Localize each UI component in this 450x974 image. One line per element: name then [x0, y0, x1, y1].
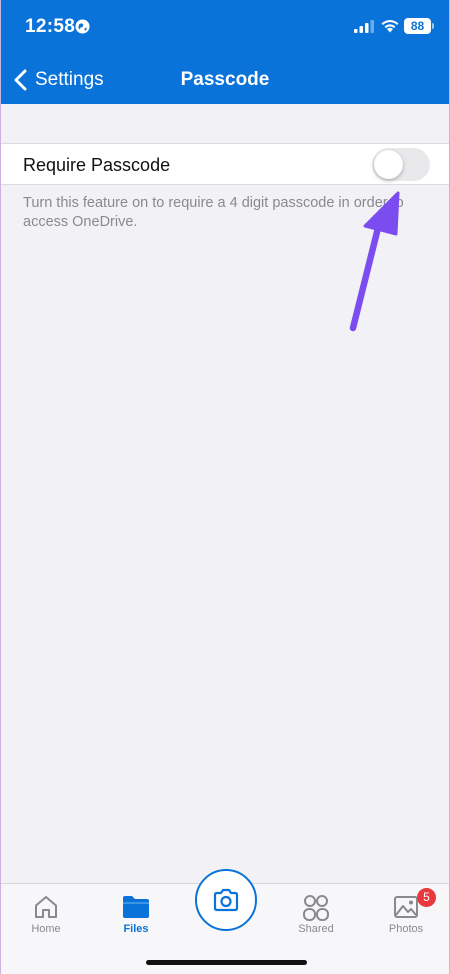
people-icon — [303, 895, 329, 921]
page-title: Passcode — [180, 69, 270, 90]
tab-home[interactable]: Home — [11, 884, 81, 944]
camera-icon — [213, 888, 239, 912]
toggle-knob — [374, 150, 403, 179]
require-passcode-label: Require Passcode — [23, 155, 171, 175]
battery-nub — [432, 23, 434, 29]
tab-files-label: Files — [123, 923, 149, 935]
wifi-icon — [381, 20, 399, 33]
home-indicator — [146, 960, 307, 965]
tab-files[interactable]: Files — [101, 884, 171, 944]
top-bar: 12:58 88 Settings Passcode — [1, 0, 449, 104]
require-passcode-row: Require Passcode — [1, 143, 449, 185]
status-time: 12:58 — [25, 16, 76, 37]
photos-badge: 5 — [417, 888, 436, 907]
folder-icon — [123, 896, 149, 918]
tab-shared-label: Shared — [298, 923, 334, 935]
home-icon — [35, 896, 57, 918]
signal-icon — [354, 20, 374, 33]
require-passcode-toggle[interactable] — [372, 148, 430, 181]
camera-button[interactable] — [195, 869, 257, 931]
globe-icon — [75, 19, 90, 34]
photos-icon — [394, 896, 418, 918]
tab-shared[interactable]: Shared — [281, 884, 351, 944]
battery-icon: 88 — [404, 18, 431, 34]
tab-photos-label: Photos — [388, 923, 424, 935]
tab-home-label: Home — [31, 923, 61, 935]
setting-description: Turn this feature on to require a 4 digi… — [23, 195, 404, 230]
status-bar: 12:58 88 — [1, 0, 449, 54]
